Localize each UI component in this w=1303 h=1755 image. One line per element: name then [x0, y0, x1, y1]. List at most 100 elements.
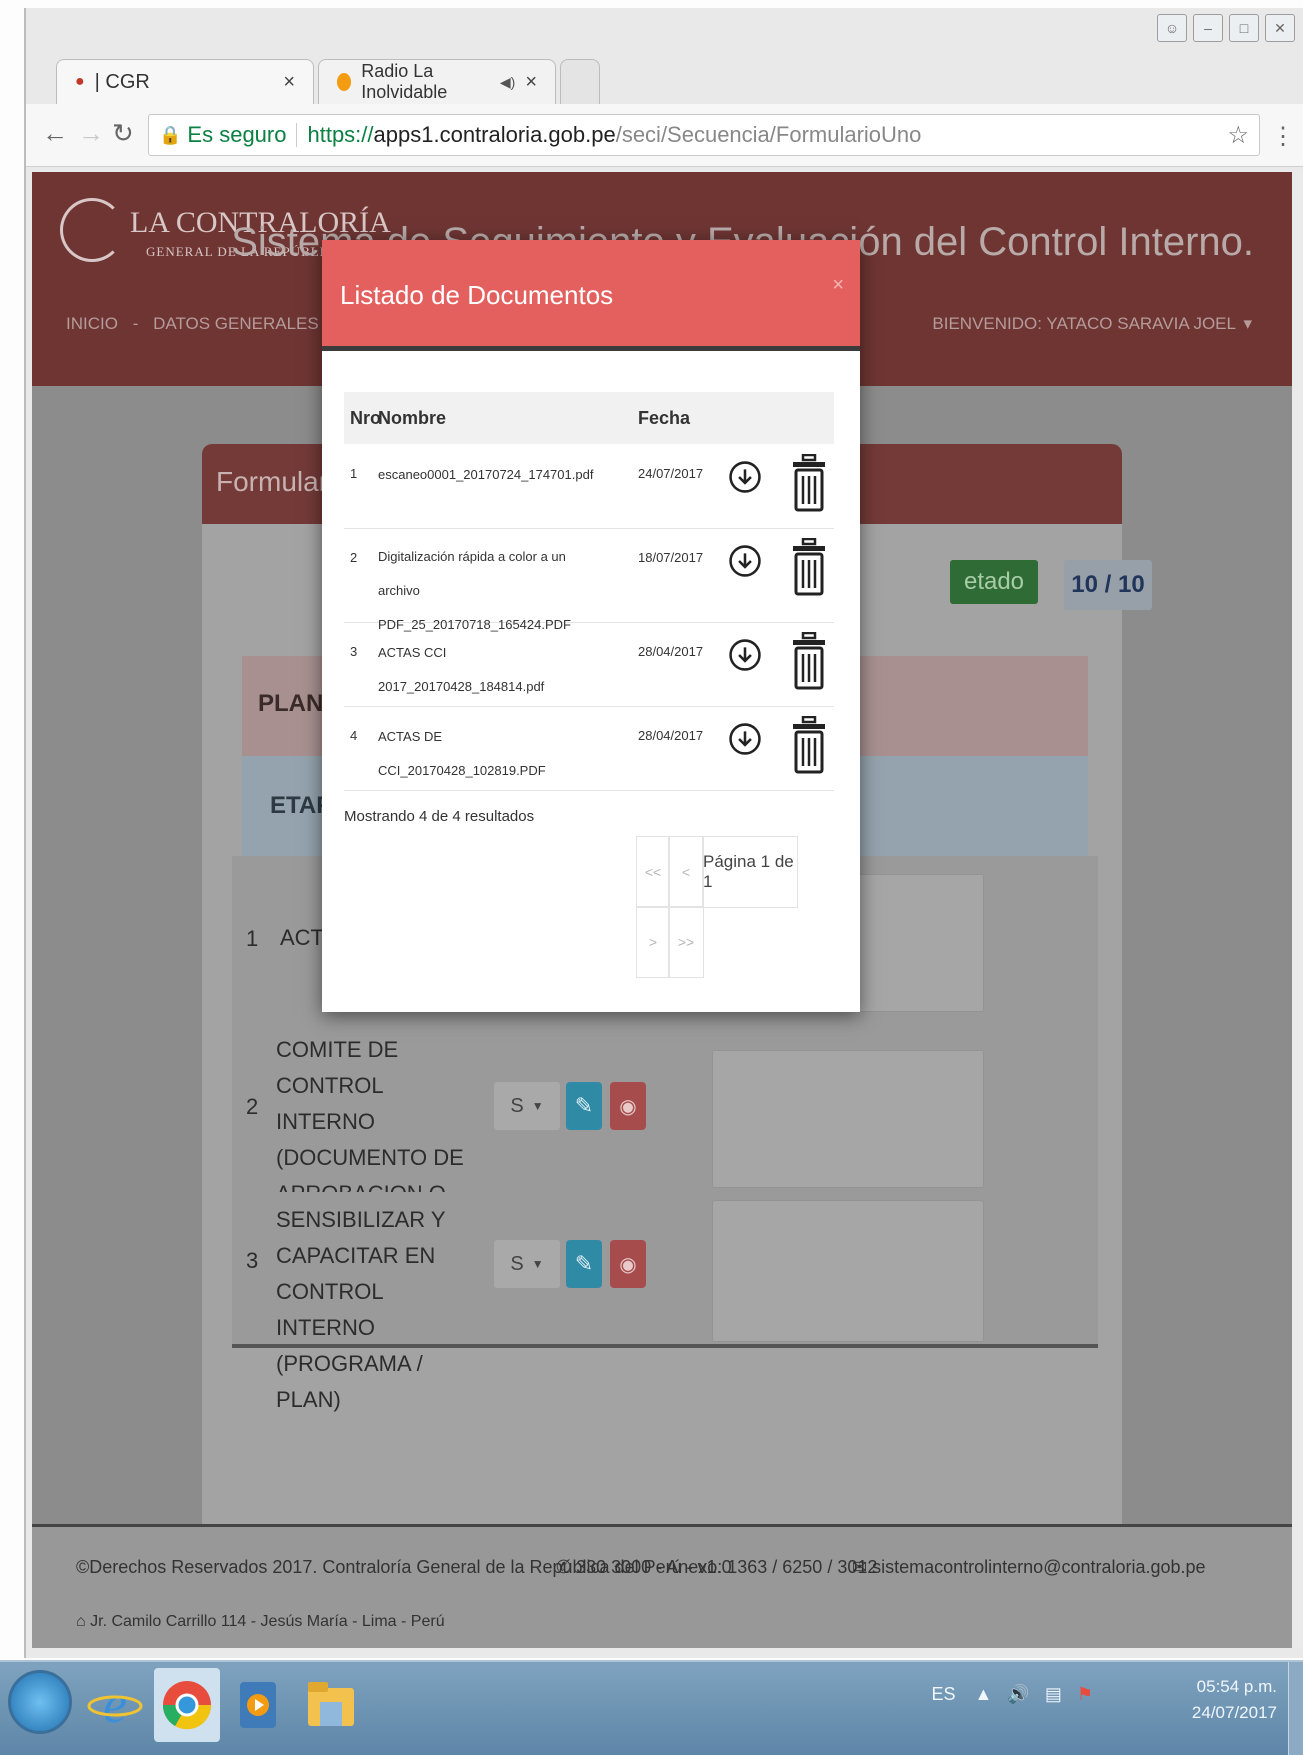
item-number: 1: [246, 926, 259, 951]
column-nombre: Nombre: [378, 408, 447, 428]
item-number: 3: [246, 1248, 259, 1273]
audio-icon[interactable]: ◀): [500, 74, 515, 91]
column-nro: Nro: [350, 408, 381, 428]
table-row: 2 Digitalización rápida a color a un arc…: [344, 528, 834, 632]
start-button[interactable]: [8, 1670, 72, 1734]
media-player-icon[interactable]: [226, 1668, 292, 1742]
chevron-down-icon: ▾: [1240, 314, 1252, 333]
security-label: Es seguro: [187, 122, 287, 147]
footer-email-text[interactable]: sistemacontrolinterno@contraloria.gob.pe: [872, 1557, 1205, 1577]
nav-separator: -: [132, 314, 139, 333]
screen: ☺ – □ ✕ ● | CGR × Radio La Inolvidable ◀…: [0, 0, 1303, 1755]
prev-page-button[interactable]: <: [668, 836, 704, 908]
maximize-button[interactable]: □: [1229, 14, 1259, 42]
forward-arrow-icon[interactable]: →: [78, 118, 104, 149]
bookmark-star-icon[interactable]: ☆: [1227, 121, 1249, 150]
observation-box[interactable]: [712, 1050, 984, 1188]
site-footer: ©Derechos Reservados 2017. Contraloría G…: [32, 1524, 1292, 1648]
trash-icon[interactable]: [792, 454, 826, 512]
modal-title: Listado de Documentos: [340, 280, 614, 310]
chevron-down-icon: ▼: [531, 1257, 544, 1271]
clock[interactable]: 05:54 p.m. 24/07/2017: [1192, 1674, 1277, 1726]
trash-icon[interactable]: [792, 716, 826, 774]
internet-explorer-icon[interactable]: e: [82, 1668, 148, 1742]
last-page-button[interactable]: >>: [668, 906, 704, 978]
table-row: 4 ACTAS DE CCI_20170428_102819.PDF 28/04…: [344, 706, 834, 791]
footer-address: ⌂ Jr. Camilo Carrillo 114 - Jesús María …: [76, 1613, 445, 1631]
upload-icon: ◉: [619, 1253, 637, 1276]
page-scrollbar[interactable]: [1293, 172, 1303, 1648]
select-value: S: [510, 1094, 524, 1117]
reload-icon[interactable]: ↻: [112, 118, 134, 149]
select-value: S: [510, 1252, 524, 1275]
show-desktop-button[interactable]: [1288, 1662, 1303, 1755]
documents-modal: Listado de Documentos × Nro Nombre Fecha…: [322, 240, 860, 1012]
results-count: Mostrando 4 de 4 resultados: [344, 808, 535, 825]
chrome-icon[interactable]: [154, 1668, 220, 1742]
tab-radio-title: Radio La Inolvidable: [361, 61, 448, 102]
action-center-icon[interactable]: ⚑: [1077, 1684, 1093, 1704]
divider: [296, 123, 298, 147]
minimize-button[interactable]: –: [1193, 14, 1223, 42]
pencil-icon: ✎: [574, 1093, 594, 1118]
modal-close-button[interactable]: ×: [832, 274, 844, 297]
system-tray: ES ▲ 🔊 ▤ ⚑: [932, 1684, 1093, 1705]
edit-button[interactable]: ✎: [566, 1240, 602, 1288]
progress-counter: 10 / 10: [1064, 560, 1152, 610]
tab-radio[interactable]: Radio La Inolvidable ◀) ×: [318, 59, 556, 104]
tab-close-icon[interactable]: ×: [525, 71, 537, 94]
upload-button[interactable]: ◉: [610, 1082, 646, 1130]
radio-favicon-icon: [337, 73, 352, 91]
trash-icon[interactable]: [792, 538, 826, 596]
menu-icon[interactable]: ⋮: [1271, 122, 1295, 151]
network-icon[interactable]: ▤: [1045, 1684, 1062, 1704]
address-bar[interactable]: 🔒 Es seguro https:// apps1.contraloria.g…: [148, 114, 1260, 156]
chevron-down-icon: ▼: [531, 1099, 544, 1113]
edit-button[interactable]: ✎: [566, 1082, 602, 1130]
documents-table-header: Nro Nombre Fecha: [344, 392, 834, 444]
download-icon[interactable]: [728, 544, 762, 578]
status-select[interactable]: S ▼: [494, 1082, 560, 1130]
page-indicator: Página 1 de 1: [702, 836, 798, 908]
user-icon[interactable]: ☺: [1157, 14, 1187, 42]
trash-icon[interactable]: [792, 632, 826, 690]
row-fecha: 24/07/2017: [638, 466, 704, 481]
upload-icon: ◉: [619, 1095, 637, 1118]
observation-box[interactable]: [712, 1200, 984, 1342]
url-host: apps1.contraloria.gob.pe: [373, 122, 616, 147]
download-icon[interactable]: [728, 722, 762, 756]
back-arrow-icon[interactable]: ←: [42, 118, 68, 149]
welcome-user[interactable]: BIENVENIDO: YATACO SARAVIA JOEL ▾: [932, 314, 1252, 334]
item-number: 2: [246, 1094, 259, 1119]
tab-cgr[interactable]: ● | CGR ×: [56, 59, 314, 104]
row-fecha: 28/04/2017: [638, 728, 704, 743]
download-icon[interactable]: [728, 460, 762, 494]
tab-close-icon[interactable]: ×: [283, 71, 295, 94]
row-nro: 3: [350, 644, 358, 659]
next-page-button[interactable]: >: [636, 906, 670, 978]
home-icon: ⌂: [76, 1613, 86, 1630]
nav-inicio[interactable]: INICIO: [66, 314, 118, 333]
clock-time: 05:54 p.m.: [1196, 1677, 1277, 1696]
file-explorer-icon[interactable]: [298, 1668, 364, 1742]
language-indicator[interactable]: ES: [932, 1684, 956, 1704]
envelope-icon: ✉: [852, 1557, 868, 1577]
new-tab-button[interactable]: [560, 59, 600, 104]
row-nro: 2: [350, 550, 358, 565]
form-item-3: 3 SENSIBILIZAR Y CAPACITAR EN CONTROL IN…: [232, 1192, 1098, 1412]
status-select[interactable]: S ▼: [494, 1240, 560, 1288]
download-icon[interactable]: [728, 638, 762, 672]
table-row: 1 escaneo0001_20170724_174701.pdf 24/07/…: [344, 444, 834, 529]
url-path: /seci/Secuencia/FormularioUno: [615, 122, 922, 147]
status-badge: etado: [950, 560, 1038, 604]
speaker-icon[interactable]: 🔊: [1007, 1684, 1029, 1704]
chevron-up-icon[interactable]: ▲: [975, 1684, 993, 1704]
close-window-button[interactable]: ✕: [1265, 14, 1295, 42]
lock-icon: 🔒: [159, 124, 182, 145]
footer-phone: ✆ 330 3000 - Anexo: 1363 / 6250 / 3012: [556, 1557, 877, 1578]
row-fecha: 18/07/2017: [638, 550, 704, 565]
item-label: SENSIBILIZAR Y CAPACITAR EN CONTROL INTE…: [276, 1207, 446, 1412]
first-page-button[interactable]: <<: [636, 836, 670, 908]
upload-button[interactable]: ◉: [610, 1240, 646, 1288]
row-nombre: escaneo0001_20170724_174701.pdf: [378, 467, 594, 482]
